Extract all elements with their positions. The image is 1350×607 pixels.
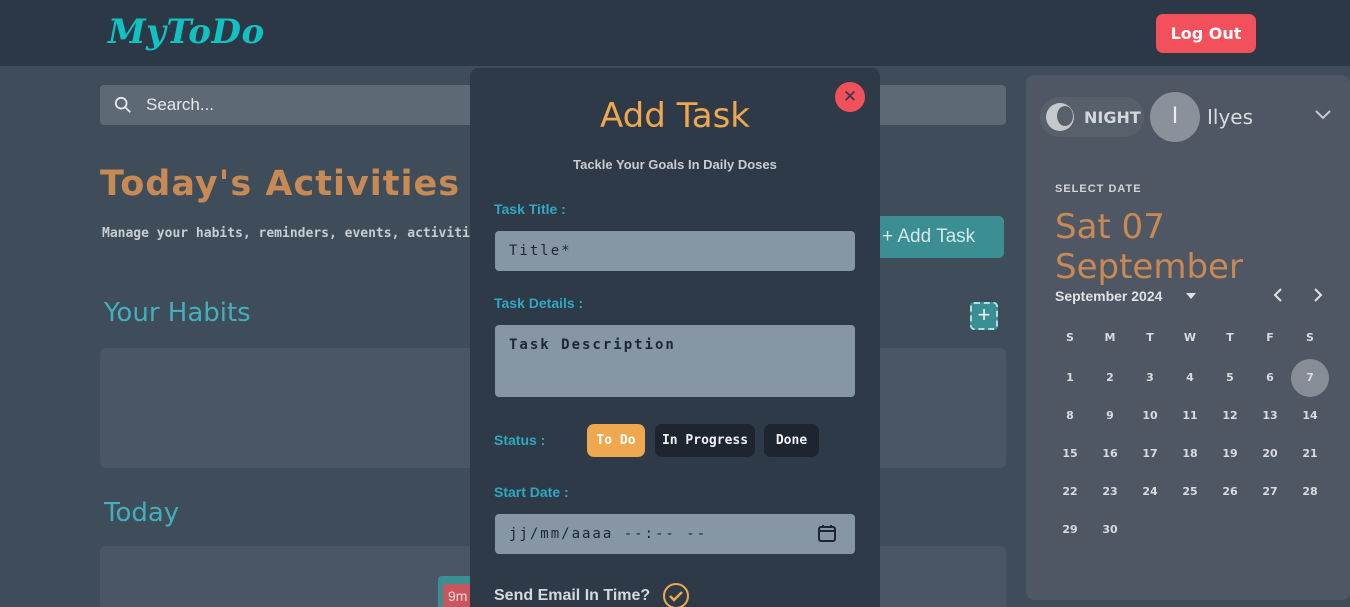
status-done-button[interactable]: Done — [764, 424, 819, 457]
check-icon[interactable] — [663, 583, 689, 607]
send-email-label: Send Email In Time? — [494, 587, 651, 604]
start-date-label: Start Date : — [494, 484, 569, 500]
add-task-modal: Add Task ✕ Tackle Your Goals In Daily Do… — [470, 68, 880, 607]
calendar-icon[interactable] — [817, 523, 837, 543]
modal-subtitle: Tackle Your Goals In Daily Doses — [573, 157, 777, 172]
status-in-progress-button[interactable]: In Progress — [655, 424, 755, 457]
status-todo-button[interactable]: To Do — [587, 424, 645, 457]
close-icon[interactable]: ✕ — [835, 82, 865, 112]
status-label: Status : — [494, 432, 546, 448]
task-title-label: Task Title : — [494, 201, 566, 217]
top-header: MyToDo Log Out — [0, 0, 1350, 66]
app-logo[interactable]: MyToDo — [108, 12, 265, 52]
task-details-label: Task Details : — [494, 295, 584, 311]
logout-button[interactable]: Log Out — [1156, 14, 1256, 53]
task-details-textarea[interactable]: Task Description — [495, 325, 855, 397]
start-date-input[interactable]: jj/mm/aaaa --:-- -- — [495, 514, 855, 554]
task-title-input[interactable]: Title* — [495, 231, 855, 271]
modal-title: Add Task — [599, 96, 750, 136]
